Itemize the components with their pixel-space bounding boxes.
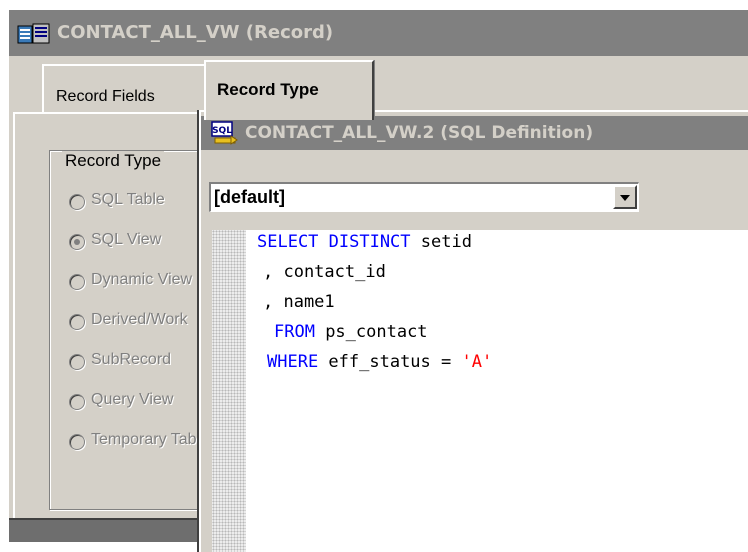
definition-dropdown[interactable]: [default] [209, 182, 639, 212]
dropdown-value: [default] [214, 187, 285, 207]
sql-editor[interactable]: SELECT DISTINCT setid , contact_id , nam… [212, 230, 748, 552]
tab-record-fields[interactable]: Record Fields [42, 64, 212, 112]
dropdown-button[interactable] [613, 185, 637, 209]
sql-icon: SQL [211, 121, 238, 145]
radio-button[interactable] [69, 354, 85, 370]
tab-record-fields-label: Record Fields [56, 88, 155, 105]
record-window-titlebar[interactable]: CONTACT_ALL_VW (Record) [9, 10, 748, 56]
radio-button[interactable] [69, 314, 85, 330]
sql-window-title: CONTACT_ALL_VW.2 (SQL Definition) [245, 123, 594, 143]
tab-record-type[interactable]: Record Type [204, 60, 374, 120]
code-line-2: , contact_id [263, 262, 386, 282]
editor-gutter [212, 230, 246, 552]
radio-button[interactable] [69, 274, 85, 290]
record-icon [17, 23, 50, 44]
radio-button[interactable] [69, 194, 85, 210]
svg-text:SQL: SQL [212, 126, 232, 136]
radio-button[interactable] [69, 434, 85, 450]
sql-definition-window: SQL CONTACT_ALL_VW.2 (SQL Definition) [d… [199, 110, 748, 552]
radio-button[interactable] [69, 394, 85, 410]
code-line-3: , name1 [263, 292, 335, 312]
chevron-down-icon [620, 195, 630, 201]
sql-window-titlebar[interactable]: SQL CONTACT_ALL_VW.2 (SQL Definition) [201, 116, 748, 150]
tab-record-type-label: Record Type [217, 80, 319, 99]
code-line-4: FROM ps_contact [274, 322, 428, 342]
record-window-title: CONTACT_ALL_VW (Record) [57, 22, 334, 43]
code-line-5: WHERE eff_status = 'A' [267, 352, 493, 372]
code-line-1: SELECT DISTINCT setid [257, 232, 472, 252]
record-type-legend: Record Type [62, 151, 165, 171]
radio-button-selected[interactable] [69, 234, 85, 250]
